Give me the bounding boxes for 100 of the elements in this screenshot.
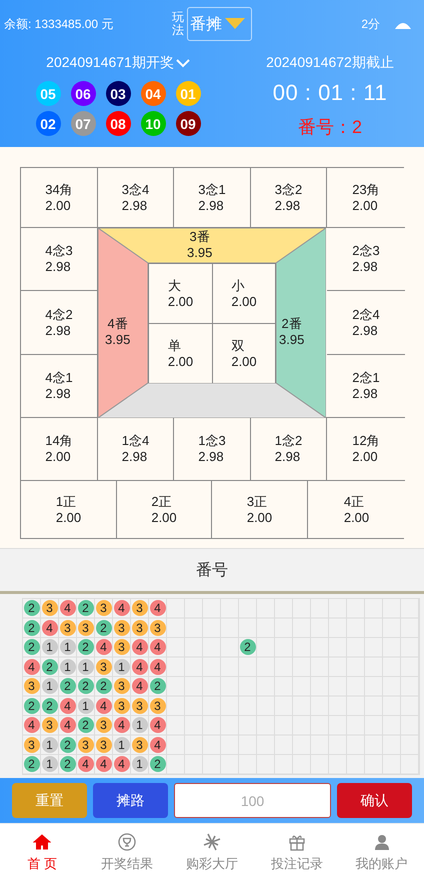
road-bead: 1	[42, 639, 58, 656]
road-bead: 4	[150, 658, 166, 675]
road-bead: 4	[150, 736, 166, 753]
road-bead: 3	[132, 736, 148, 753]
gift-icon	[288, 833, 306, 851]
road-bead: 2	[24, 756, 40, 772]
bet-cell[interactable]: 2念4 2.98	[327, 291, 405, 355]
result-ball: 10	[140, 111, 166, 136]
tab-item[interactable]: 我的账户	[339, 824, 424, 881]
road-bead: 3	[42, 717, 58, 734]
road-bead: 3	[114, 620, 130, 636]
road-bead: 2	[24, 620, 40, 636]
tab-item[interactable]: 首 页	[0, 824, 85, 881]
amount-field[interactable]: 100	[174, 783, 331, 818]
road-bead: 4	[78, 756, 94, 772]
road-bead: 1	[42, 678, 58, 694]
bet-cell[interactable]: 2念1 2.98	[327, 355, 405, 418]
road-bead: 3	[132, 620, 148, 636]
zone-label: 3番 3.95	[187, 229, 212, 261]
road-bead: 4	[60, 600, 76, 616]
road-bead: 1	[60, 658, 76, 675]
tab-item[interactable]: 购彩大厅	[170, 824, 254, 881]
road-bead: 2	[24, 698, 40, 714]
road-bead: 3	[150, 698, 166, 714]
road-bead: 4	[60, 698, 76, 714]
bet-cell[interactable]: 单 2.00	[148, 323, 212, 383]
zone-label: 2番 3.95	[279, 316, 304, 348]
road-bead: 4	[96, 698, 112, 714]
road-bead: 3	[24, 736, 40, 753]
road-bead: 3	[114, 698, 130, 714]
road-bead: 3	[24, 678, 40, 694]
tab-label: 首 页	[28, 855, 58, 873]
bet-cell[interactable]: 23角 2.00	[327, 168, 405, 228]
road-bead: 1	[42, 736, 58, 753]
tab-label: 投注记录	[270, 855, 323, 873]
road-bead: 3	[78, 620, 94, 636]
tab-item[interactable]: 开奖结果	[84, 824, 170, 881]
zone-label: 4番 3.95	[105, 316, 130, 348]
bet-cell[interactable]: 14角 2.00	[21, 418, 98, 481]
result-ball: 09	[176, 111, 200, 136]
road-bead: 2	[60, 756, 76, 772]
road-bead: 4	[42, 620, 58, 636]
road-bead: 3	[96, 658, 112, 675]
result-ball: 06	[70, 81, 96, 106]
road-bead: 3	[96, 600, 112, 616]
issue-text: 20240914672期截止	[266, 54, 394, 72]
bet-cell[interactable]: 2念3 2.98	[327, 228, 405, 291]
road-bead: 2	[24, 600, 40, 616]
pinwheel-icon	[202, 833, 221, 851]
bet-cell[interactable]: 小 2.00	[212, 263, 276, 323]
road-bead: 1	[132, 756, 148, 772]
bet-cell[interactable]: 1念2 2.98	[251, 418, 327, 481]
road-bead: 4	[150, 600, 166, 616]
road-bead: 4	[96, 756, 112, 772]
road-bead: 4	[150, 639, 166, 656]
road-bead: 4	[24, 717, 40, 734]
bet-zone[interactable]	[276, 228, 326, 418]
bet-cell[interactable]: 双 2.00	[212, 323, 276, 383]
road-bead: 3	[96, 717, 112, 734]
bet-zone[interactable]	[98, 382, 326, 418]
confirm-button[interactable]: 确认	[337, 783, 412, 818]
trophy-icon	[118, 833, 136, 851]
road-bead: 2	[42, 658, 58, 675]
user-icon	[372, 833, 391, 851]
road-bead: 4	[96, 639, 112, 656]
road-bead: 4	[150, 717, 166, 734]
bet-cell[interactable]: 4念1 2.98	[21, 355, 98, 418]
road-bead: 2	[96, 620, 112, 636]
chevron-down-icon	[176, 58, 190, 68]
road-bead: 4	[132, 678, 148, 694]
road-bead: 4	[24, 658, 40, 675]
road-bead: 2	[60, 736, 76, 753]
bet-cell[interactable]: 3念4 2.98	[98, 168, 174, 228]
road-bead: 3	[132, 600, 148, 616]
road-bead: 4	[114, 600, 130, 616]
road-bead: 1	[114, 658, 130, 675]
bet-cell[interactable]: 4念2 2.98	[21, 291, 98, 355]
bet-zone[interactable]	[98, 228, 326, 264]
bet-cell[interactable]: 1念3 2.98	[174, 418, 251, 481]
road-button[interactable]: 摊路	[93, 783, 168, 818]
result-ball: 08	[106, 111, 130, 136]
road-bead: 1	[78, 698, 94, 714]
bet-cell[interactable]: 4念3 2.98	[21, 228, 98, 291]
road-bead: 2	[78, 600, 94, 616]
bet-cell[interactable]: 3念2 2.98	[251, 168, 327, 228]
bet-cell[interactable]: 1念4 2.98	[98, 418, 174, 481]
balance-text: 余额: 1333485.00 元	[4, 16, 114, 32]
bet-cell[interactable]: 12角 2.00	[327, 418, 405, 481]
countdown-text: 00 : 01 : 11	[272, 80, 388, 106]
bet-cell[interactable]: 34角 2.00	[21, 168, 98, 228]
road-bead: 4	[132, 639, 148, 656]
bet-cell[interactable]: 3念1 2.98	[174, 168, 251, 228]
dropdown-triangle-icon	[225, 18, 245, 30]
road-bead: 2	[78, 678, 94, 694]
tab-label: 开奖结果	[101, 855, 154, 873]
road-bead: 2	[150, 756, 166, 772]
bet-zone[interactable]	[98, 228, 148, 418]
result-ball: 04	[140, 81, 166, 106]
tab-item[interactable]: 投注记录	[254, 824, 340, 881]
bet-cell[interactable]: 大 2.00	[148, 263, 212, 323]
